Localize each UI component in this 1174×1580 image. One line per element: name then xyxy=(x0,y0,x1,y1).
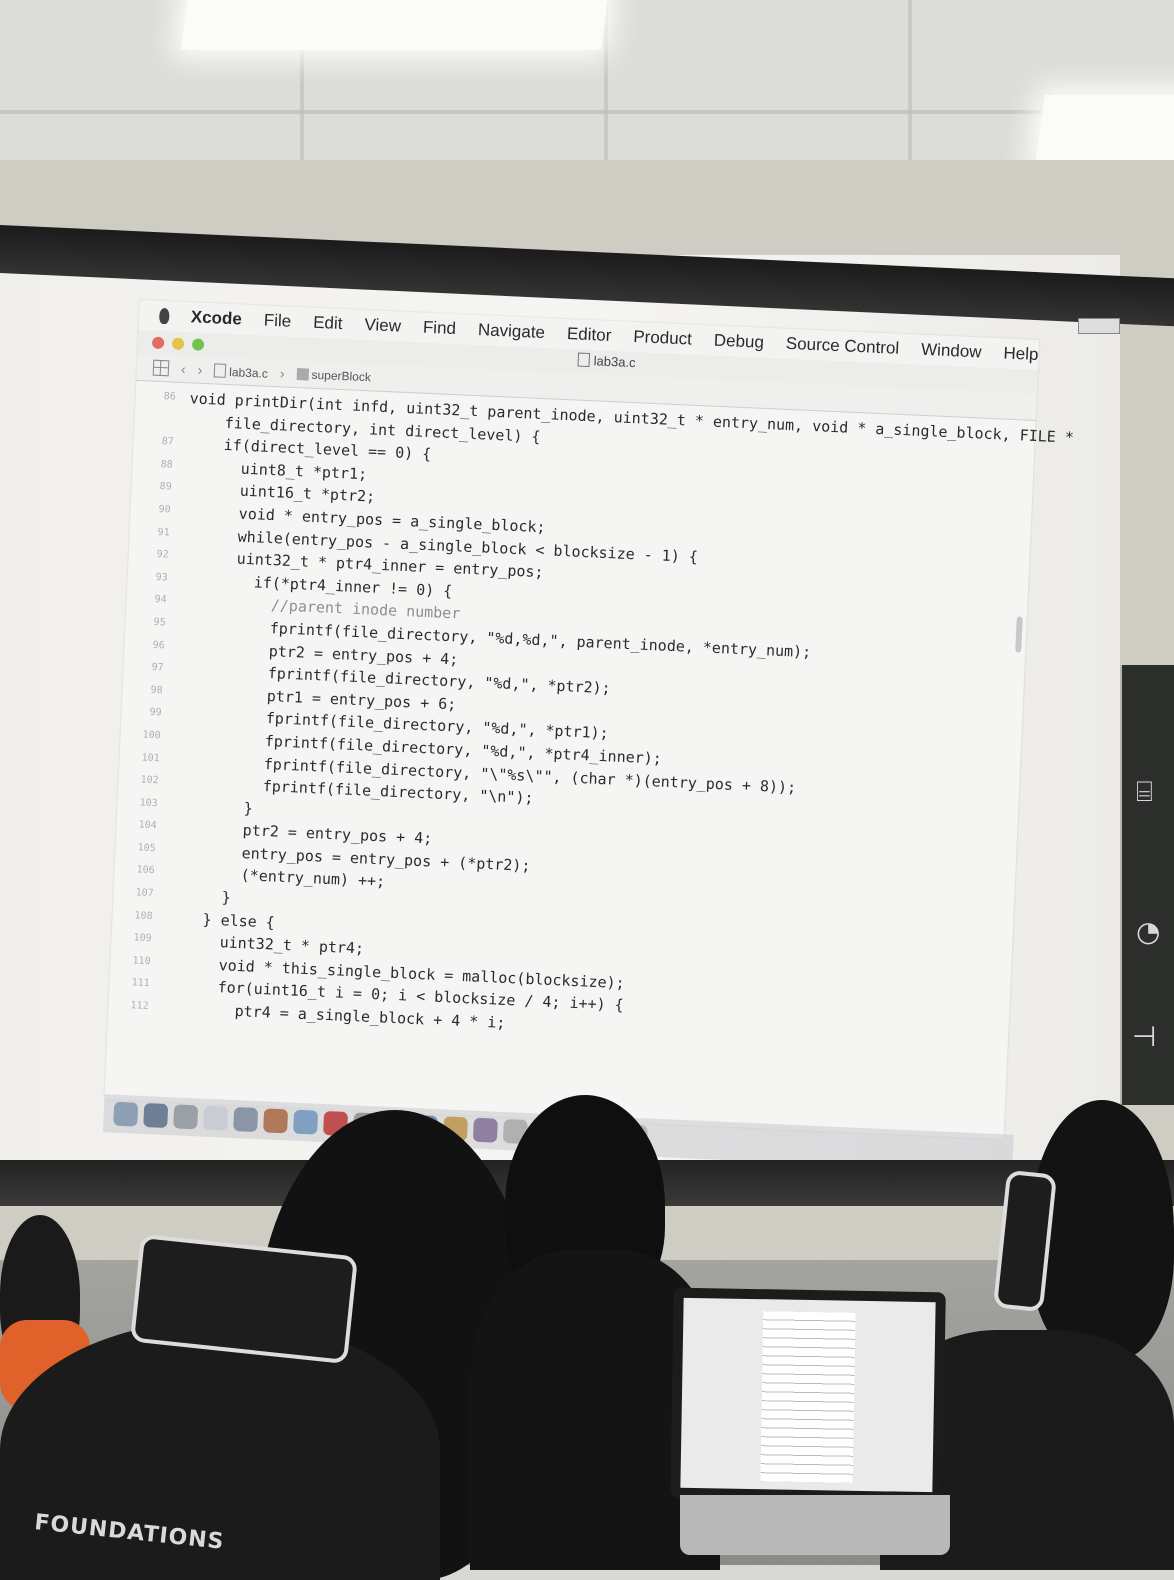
line-number: 108 xyxy=(134,910,153,922)
ceiling-light xyxy=(180,0,610,50)
code-editor[interactable]: 86 void printDir(int infd, uint32_t paren… xyxy=(108,381,1074,1057)
window-title-text: lab3a.c xyxy=(593,353,636,371)
ceiling-light xyxy=(1035,95,1174,165)
dock-app-icon[interactable] xyxy=(143,1102,169,1129)
apple-icon[interactable] xyxy=(158,307,170,325)
breadcrumb-file-label: lab3a.c xyxy=(228,364,269,381)
chalkboard: ⌸ ◔ ⊣ xyxy=(1118,665,1174,1105)
breadcrumb-file[interactable]: lab3a.c xyxy=(213,362,269,381)
chalk-drawing: ⊣ xyxy=(1132,1020,1157,1053)
menu-source-control[interactable]: Source Control xyxy=(785,334,899,359)
laptop xyxy=(670,1287,946,1503)
window-title: lab3a.c xyxy=(577,352,636,371)
laptop-keyboard xyxy=(680,1495,950,1555)
line-number: 90 xyxy=(158,504,171,516)
symbol-icon xyxy=(296,368,309,381)
dock-app-icon[interactable] xyxy=(472,1117,498,1143)
menu-file[interactable]: File xyxy=(263,311,291,332)
line-number: 89 xyxy=(159,481,172,493)
line-number: 105 xyxy=(137,842,156,855)
line-number: 109 xyxy=(133,932,152,945)
menu-editor[interactable]: Editor xyxy=(567,324,612,346)
line-number: 104 xyxy=(138,819,157,832)
c-file-icon xyxy=(213,362,227,378)
student-right xyxy=(1030,1100,1174,1360)
menu-debug[interactable]: Debug xyxy=(713,331,764,353)
dock-app-icon[interactable] xyxy=(263,1108,289,1134)
line-number: 98 xyxy=(150,684,163,697)
window-controls xyxy=(151,336,205,351)
code-text: } xyxy=(167,885,232,907)
dock-app-icon[interactable] xyxy=(203,1105,229,1131)
line-number: 95 xyxy=(153,616,166,629)
menu-find[interactable]: Find xyxy=(422,318,457,339)
breadcrumb-separator-icon: › xyxy=(279,365,285,382)
line-number xyxy=(134,407,189,432)
line-number: 94 xyxy=(154,594,167,606)
projected-xcode-window: Xcode File Edit View Find Navigate Edito… xyxy=(102,300,1074,1173)
breadcrumb-symbol[interactable]: superBlock xyxy=(296,367,371,384)
line-number: 86 xyxy=(163,391,176,403)
line-number: 107 xyxy=(135,887,154,900)
line-number: 88 xyxy=(160,458,173,471)
breadcrumb-symbol-label: superBlock xyxy=(311,367,372,385)
menu-navigate[interactable]: Navigate xyxy=(477,320,546,343)
dock-app-icon[interactable] xyxy=(173,1104,199,1130)
menu-help[interactable]: Help xyxy=(1003,343,1039,365)
menu-window[interactable]: Window xyxy=(921,340,982,363)
line-number: 103 xyxy=(139,797,158,809)
line-number: 99 xyxy=(149,707,162,719)
laptop-screen xyxy=(680,1297,936,1493)
menu-app-name[interactable]: Xcode xyxy=(190,307,242,329)
zoom-window-button[interactable] xyxy=(191,338,205,351)
chalk-drawing: ⌸ xyxy=(1136,775,1153,808)
menu-view[interactable]: View xyxy=(364,315,401,337)
line-number: 110 xyxy=(132,955,151,967)
dock-app-icon[interactable] xyxy=(233,1106,259,1133)
screen-brand-label xyxy=(1078,318,1120,334)
menu-product[interactable]: Product xyxy=(633,327,692,350)
related-items-grid-icon[interactable] xyxy=(152,359,170,377)
chalk-drawing: ◔ xyxy=(1136,915,1161,948)
close-window-button[interactable] xyxy=(151,336,165,350)
line-number: 87 xyxy=(161,436,174,448)
line-number: 106 xyxy=(136,864,155,877)
menu-edit[interactable]: Edit xyxy=(313,313,343,334)
line-number: 91 xyxy=(157,526,170,539)
line-number: 112 xyxy=(130,1000,149,1013)
line-number: 111 xyxy=(131,977,150,990)
line-number: 97 xyxy=(151,662,164,674)
dock-app-icon[interactable] xyxy=(113,1101,139,1127)
phone-camera-left xyxy=(129,1233,359,1365)
line-number: 93 xyxy=(155,571,168,584)
dock-app-icon[interactable] xyxy=(293,1109,319,1135)
minimize-window-button[interactable] xyxy=(171,337,185,350)
laptop-document xyxy=(760,1311,856,1483)
line-number: 92 xyxy=(156,549,169,561)
forward-chevron-icon[interactable]: › xyxy=(197,362,202,378)
back-chevron-icon[interactable]: ‹ xyxy=(181,361,186,377)
line-number: 100 xyxy=(142,729,161,742)
line-number: 96 xyxy=(152,639,165,651)
line-number: 101 xyxy=(141,752,160,764)
c-file-icon xyxy=(577,352,591,368)
line-number: 102 xyxy=(140,774,159,787)
